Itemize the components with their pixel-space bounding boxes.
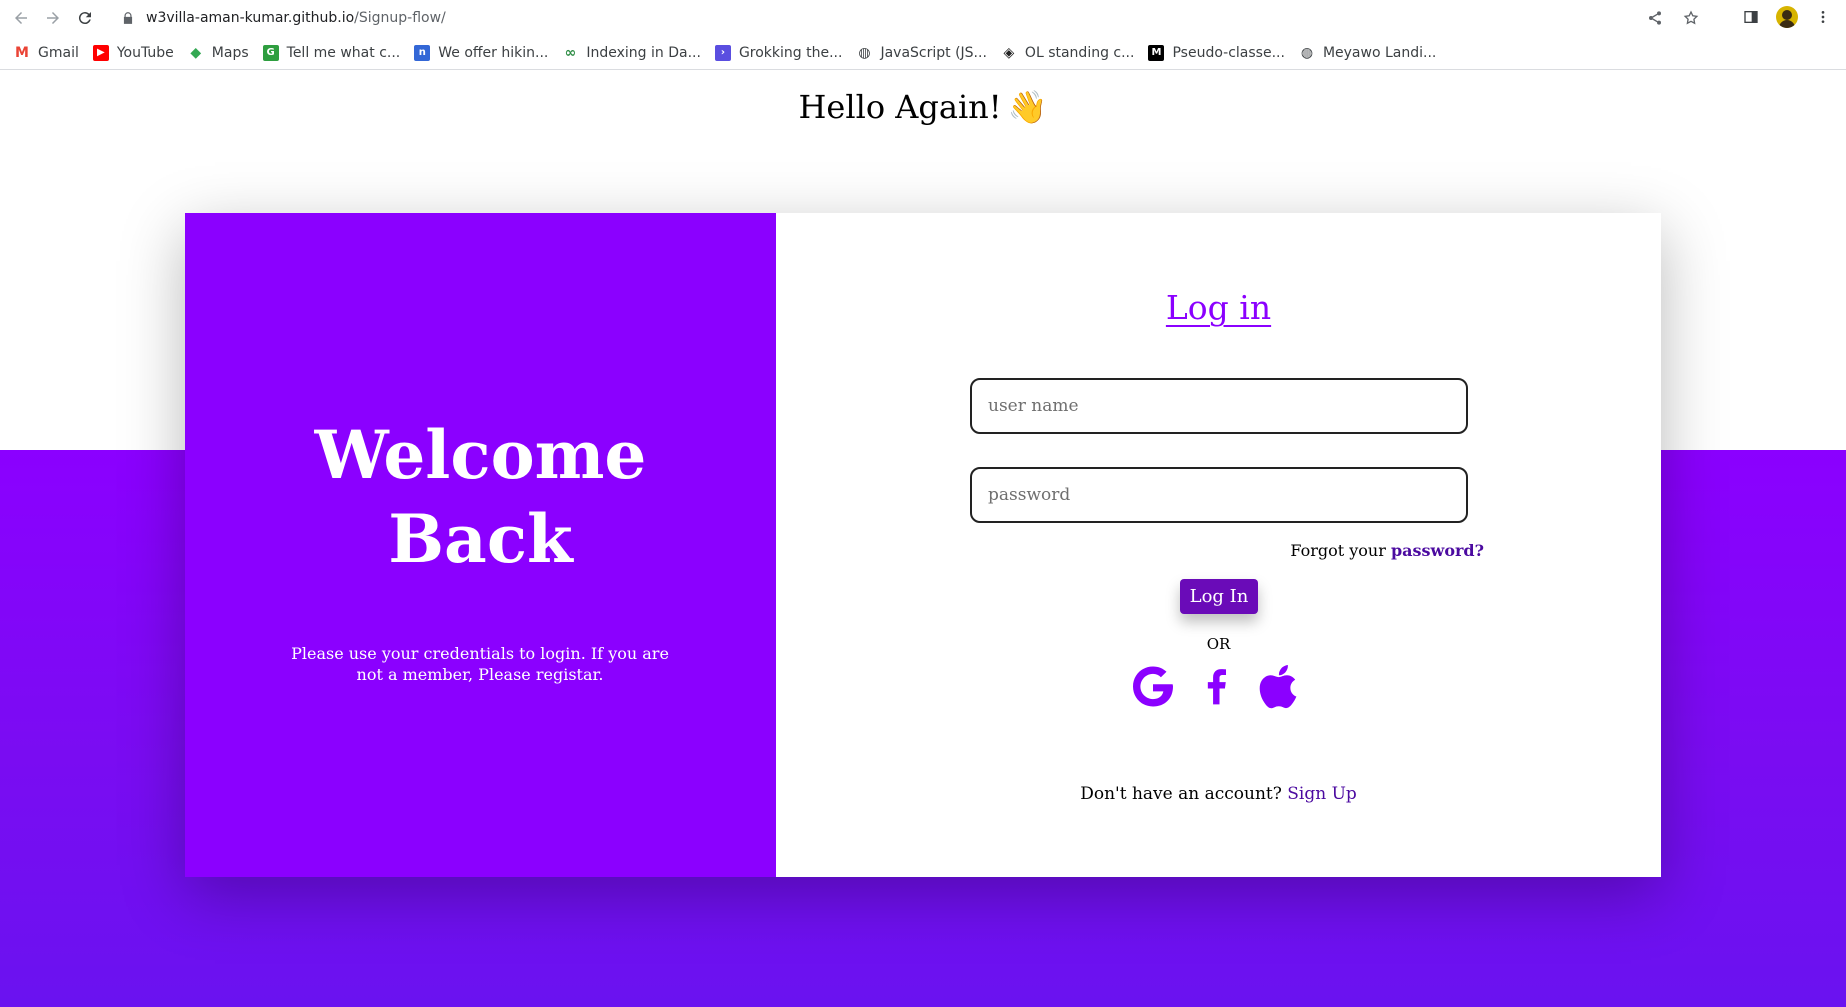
star-icon[interactable] (1682, 9, 1700, 27)
bookmark-label: Pseudo-classe... (1172, 44, 1285, 61)
grammarly-icon: G (262, 44, 279, 61)
signup-link[interactable]: Sign Up (1287, 784, 1357, 804)
mdn-icon: M (1148, 44, 1165, 61)
page-content: Hello Again! 👋 Welcome Back Please use yo… (0, 70, 1846, 1007)
wave-emoji: 👋 (1007, 88, 1048, 126)
profile-avatar[interactable] (1776, 6, 1798, 28)
bookmark-item[interactable]: ◈ OL standing c... (999, 40, 1143, 66)
terminal-icon: › (714, 44, 731, 61)
bookmark-item[interactable]: M Pseudo-classe... (1146, 40, 1292, 66)
browser-toolbar: w3villa-aman-kumar.github.io/Signup-flow… (0, 0, 1846, 36)
bookmark-label: We offer hikin... (438, 44, 549, 61)
bookmark-label: Tell me what c... (286, 44, 401, 61)
forgot-password: Forgot your password? (1290, 541, 1484, 560)
url-text: w3villa-aman-kumar.github.io/Signup-flow… (146, 10, 446, 26)
bookmark-item[interactable]: G Tell me what c... (261, 40, 409, 66)
side-panel-icon[interactable] (1740, 6, 1762, 28)
social-login (1129, 659, 1305, 713)
or-divider: OR (1206, 635, 1231, 653)
page-greeting: Hello Again! 👋 (798, 88, 1048, 126)
facebook-icon[interactable] (1193, 659, 1241, 713)
signup-prompt: Don't have an account? Sign Up (1080, 784, 1357, 804)
bookmark-label: Maps (211, 44, 249, 61)
bookmarks-bar: M Gmail ▶ YouTube ◆ Maps G Tell me what c... n We… (0, 36, 1846, 70)
youtube-icon: ▶ (92, 44, 109, 61)
maps-icon: ◆ (190, 44, 202, 61)
username-input[interactable] (970, 378, 1468, 434)
bookmark-item[interactable]: n We offer hikin... (412, 40, 556, 66)
geeksforgeeks-icon: ∞ (564, 44, 577, 61)
more-menu-icon[interactable] (1812, 6, 1834, 28)
bookmark-item[interactable]: › Grokking the... (713, 40, 851, 66)
bookmark-item[interactable]: ◍ Meyawo Landi... (1297, 40, 1444, 66)
password-input[interactable] (970, 467, 1468, 523)
bookmark-label: Gmail (38, 44, 79, 61)
gmail-icon: M (15, 44, 29, 61)
lock-icon[interactable] (120, 10, 136, 26)
welcome-note: Please use your credentials to login. If… (291, 644, 669, 684)
back-icon[interactable] (10, 7, 32, 29)
bookmark-label: Meyawo Landi... (1322, 44, 1437, 61)
login-card: Welcome Back Please use your credentials… (185, 213, 1661, 877)
login-panel: Log in Forgot your password? Log In OR (776, 213, 1661, 877)
bookmark-label: Indexing in Da... (586, 44, 701, 61)
bookmark-item[interactable]: M Gmail (12, 40, 87, 66)
welcome-panel: Welcome Back Please use your credentials… (185, 213, 776, 877)
n-icon: n (414, 44, 431, 61)
bookmark-item[interactable]: ∞ Indexing in Da... (560, 40, 709, 66)
forward-icon[interactable] (42, 7, 64, 29)
globe-icon: ◍ (858, 44, 871, 61)
welcome-heading: Welcome Back (314, 416, 647, 578)
google-icon[interactable] (1129, 659, 1177, 713)
reload-icon[interactable] (74, 7, 96, 29)
forgot-password-link[interactable]: password? (1391, 541, 1484, 560)
address-bar[interactable]: w3villa-aman-kumar.github.io/Signup-flow… (110, 4, 1710, 32)
globe-icon: ◍ (1300, 44, 1314, 61)
bookmark-label: JavaScript (JS... (880, 44, 987, 61)
codepen-icon: ◈ (1003, 44, 1015, 61)
bookmark-item[interactable]: ◆ Maps (186, 40, 257, 66)
bookmark-label: YouTube (116, 44, 174, 61)
bookmark-label: Grokking the... (738, 44, 843, 61)
bookmark-item[interactable]: ▶ YouTube (91, 40, 182, 66)
bookmark-item[interactable]: ◍ JavaScript (JS... (854, 40, 994, 66)
login-title: Log in (1165, 288, 1272, 327)
share-icon[interactable] (1646, 9, 1664, 27)
login-button[interactable]: Log In (1180, 579, 1258, 614)
apple-icon[interactable] (1257, 659, 1305, 713)
bookmark-label: OL standing c... (1024, 44, 1135, 61)
